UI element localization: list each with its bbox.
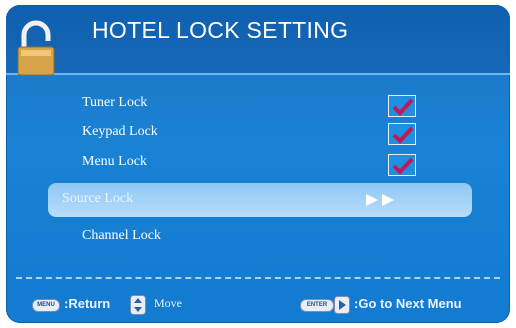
page-title: HOTEL LOCK SETTING [92,17,349,43]
hotel-lock-osd-window: HOTEL LOCK SETTING Tuner Lock Keypad Loc… [6,5,510,323]
return-hint: :Return [64,296,111,311]
menu-item-label: Menu Lock [82,154,147,169]
menu-item-source-lock[interactable]: Source Lock [48,183,472,217]
padlock-open-icon [17,20,55,76]
menu-item-label: Channel Lock [82,228,161,243]
menu-key-icon: MENU [32,299,60,312]
menu-item-label: Tuner Lock [82,95,148,110]
osd-header: HOTEL LOCK SETTING [6,5,510,76]
menu-item-tuner-lock[interactable]: Tuner Lock [44,89,474,117]
next-menu-hint: :Go to Next Menu [354,296,462,311]
checkmark-icon [392,126,414,144]
menu-item-channel-lock[interactable]: Channel Lock [44,222,474,250]
enter-key-icon: ENTER [300,299,334,312]
footer-help-bar: MENU :Return Move ENTER :Go to Next Menu [20,295,496,317]
right-arrow-key-icon [334,296,350,314]
checkbox-checked[interactable] [388,123,416,145]
footer-divider [16,277,500,279]
menu-item-label: Source Lock [62,191,134,206]
checkbox-checked[interactable] [388,95,416,117]
move-hint: Move [154,296,182,310]
menu-item-label: Keypad Lock [82,124,158,139]
checkmark-icon [392,157,414,175]
up-down-arrows-icon [130,295,146,315]
menu-item-menu-lock[interactable]: Menu Lock [44,148,474,176]
checkmark-icon [392,98,414,116]
checkbox-checked[interactable] [388,154,416,176]
menu-item-keypad-lock[interactable]: Keypad Lock [44,118,474,146]
double-arrow-right-icon[interactable] [364,192,398,208]
